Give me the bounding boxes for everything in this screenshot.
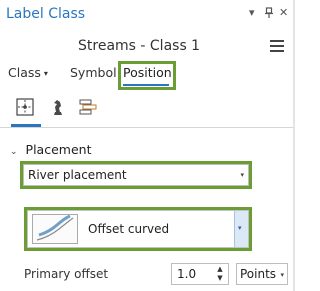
highlight-position-tab <box>118 61 176 90</box>
label-class-name: Streams - Class 1 <box>78 38 201 54</box>
pane-title-bar: Label Class ▾ ✕ <box>0 0 295 30</box>
tab-symbol[interactable]: Symbol <box>70 65 117 80</box>
stepper-down-icon[interactable]: ▼ <box>215 274 225 283</box>
stepper-up-icon[interactable]: ▲ <box>215 265 225 274</box>
tab-symbol-label: Symbol <box>70 65 117 80</box>
chevron-down-icon: ⌄ <box>10 147 18 157</box>
highlight-placement-dropdown <box>20 161 252 189</box>
position-placement-icon[interactable] <box>15 97 35 117</box>
pin-icon[interactable] <box>264 7 274 22</box>
primary-offset-label: Primary offset <box>24 267 109 281</box>
placement-section-header[interactable]: ⌄ Placement <box>10 142 91 157</box>
pane-scroll-edge <box>293 0 295 291</box>
pane-title: Label Class <box>6 6 86 22</box>
pane-options-dropdown-icon[interactable]: ▾ <box>249 7 255 19</box>
conflict-resolution-icon[interactable] <box>48 97 68 117</box>
chevron-down-icon: ▾ <box>43 69 48 78</box>
highlight-placement-style <box>24 207 252 251</box>
placement-section-label: Placement <box>25 142 92 157</box>
tab-class[interactable]: Class ▾ <box>8 65 48 80</box>
label-fitting-icon[interactable] <box>78 97 98 117</box>
offset-unit-value: Points <box>240 267 277 281</box>
primary-offset-value: 1.0 <box>177 267 197 281</box>
primary-offset-stepper[interactable]: 1.0 ▲ ▼ <box>171 263 229 285</box>
tab-class-label: Class <box>8 65 41 80</box>
divider <box>0 127 295 128</box>
hamburger-menu-icon[interactable] <box>270 40 284 52</box>
close-icon[interactable]: ✕ <box>279 7 288 19</box>
offset-unit-select[interactable]: Points ▾ <box>236 263 288 285</box>
chevron-down-icon: ▾ <box>280 271 284 279</box>
